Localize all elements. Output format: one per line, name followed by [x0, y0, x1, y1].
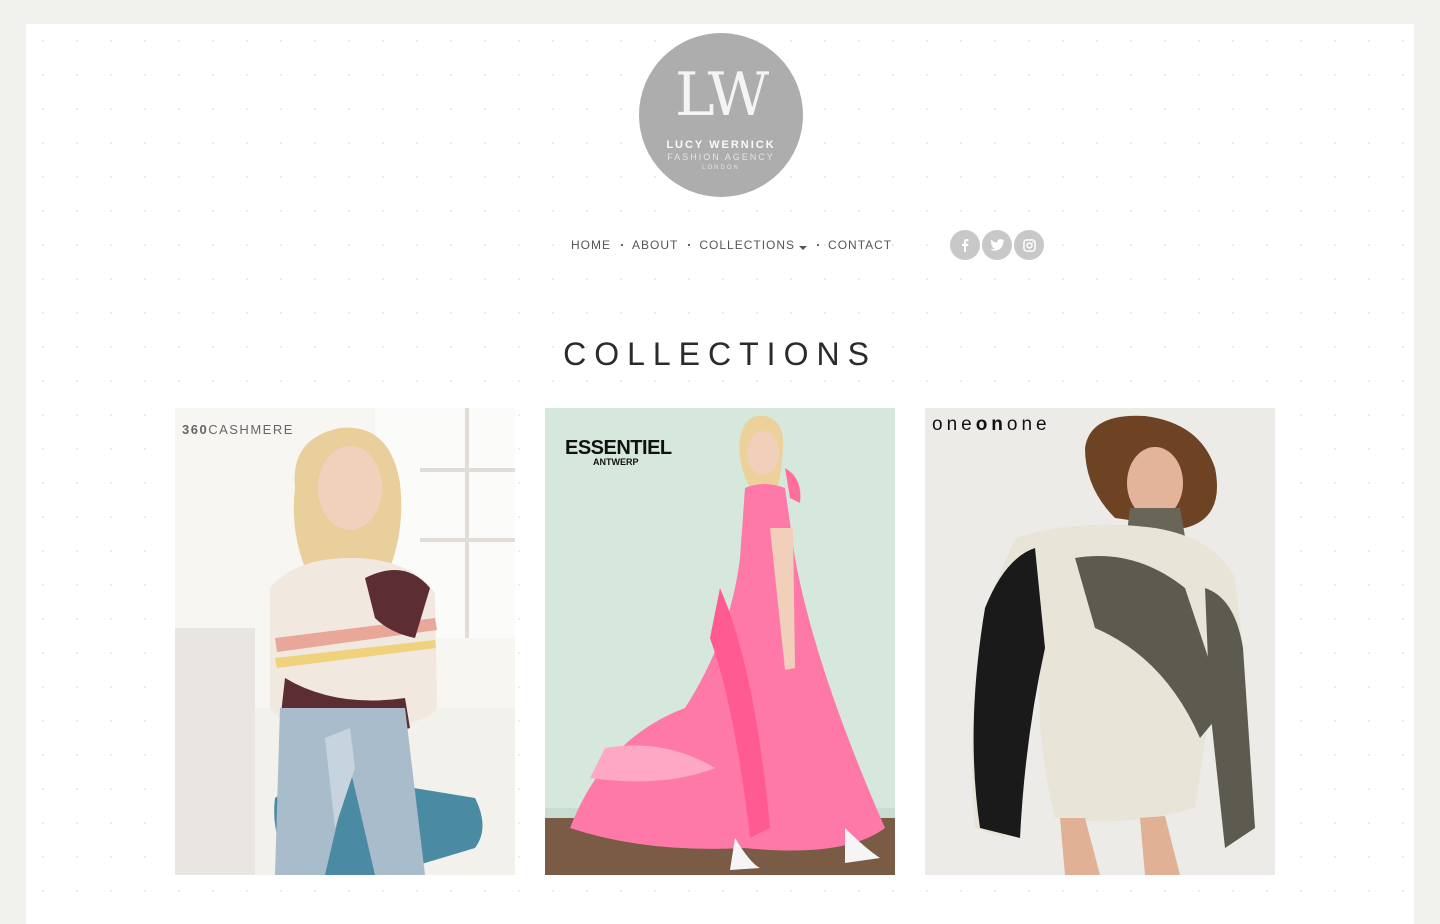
brand-logo-essentiel: ESSENTIEL ANTWERP	[565, 438, 672, 467]
collection-card-oneonone[interactable]: oneonone	[925, 408, 1275, 875]
brand-logo-360cashmere: 360CASHMERE	[182, 422, 294, 437]
chevron-down-icon	[799, 245, 808, 250]
nav-home[interactable]: HOME	[571, 238, 611, 252]
logo-line-2: FASHION AGENCY	[667, 152, 775, 162]
nav-collections[interactable]: COLLECTIONS	[699, 238, 808, 252]
twitter-icon[interactable]	[982, 230, 1012, 260]
logo-line-1: LUCY WERNICK	[666, 139, 776, 151]
nav-collections-label: COLLECTIONS	[699, 238, 796, 252]
main-nav: HOME ABOUT COLLECTIONS CONTACT	[571, 237, 892, 253]
facebook-icon[interactable]	[950, 230, 980, 260]
nav-separator	[621, 244, 623, 246]
page-title: COLLECTIONS	[563, 336, 877, 372]
brand-logo-main: ESSENTIEL	[565, 437, 672, 459]
brand-logo-part: on	[975, 414, 1007, 435]
logo-monogram: LW	[674, 60, 769, 130]
nav-separator	[817, 244, 820, 246]
brand-logo-oneonone: oneonone	[932, 414, 1051, 436]
collection-card-essentiel[interactable]: ESSENTIEL ANTWERP	[545, 408, 895, 875]
brand-logo-part: 360	[182, 422, 209, 437]
brand-logo-part: CASHMERE	[208, 422, 294, 437]
collection-image	[925, 408, 1275, 875]
site-logo[interactable]: LW LUCY WERNICK FASHION AGENCY LONDON	[639, 33, 803, 197]
instagram-icon[interactable]	[1014, 230, 1044, 260]
collection-image	[175, 408, 515, 875]
social-links	[950, 230, 1044, 260]
brand-logo-sub: ANTWERP	[593, 457, 639, 467]
collection-card-360cashmere[interactable]: 360CASHMERE	[175, 408, 515, 875]
logo-line-3: LONDON	[702, 165, 740, 171]
brand-logo-part: one	[1006, 414, 1051, 435]
nav-separator	[688, 244, 691, 246]
page-container: LW LUCY WERNICK FASHION AGENCY LONDON HO…	[26, 24, 1414, 924]
collection-image	[545, 408, 895, 875]
nav-contact[interactable]: CONTACT	[828, 238, 892, 252]
brand-logo-part: one	[932, 414, 976, 435]
nav-about[interactable]: ABOUT	[632, 238, 678, 252]
